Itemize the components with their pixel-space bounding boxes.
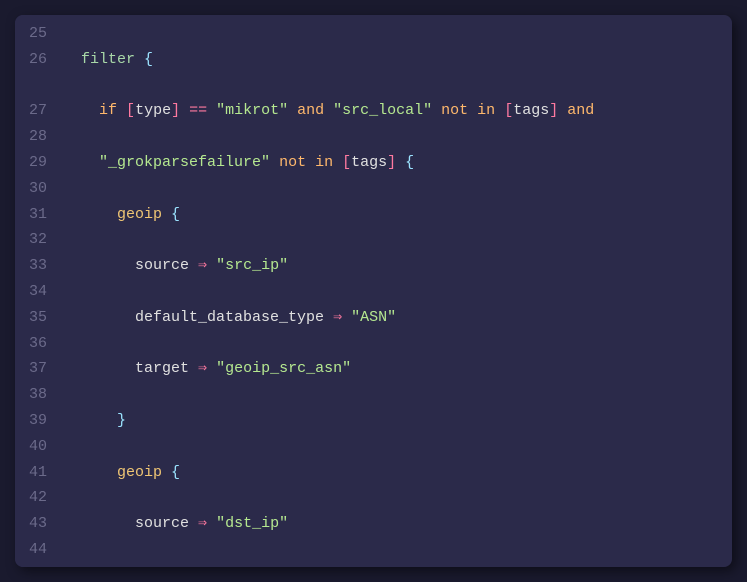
line-number: 33 bbox=[29, 253, 47, 279]
code-line: default_database_type ⇒ "ASN" bbox=[63, 563, 722, 567]
line-number: 32 bbox=[29, 227, 47, 253]
line-number: 43 bbox=[29, 511, 47, 537]
line-number: 27 bbox=[29, 98, 47, 124]
code-line: default_database_type ⇒ "ASN" bbox=[63, 305, 722, 331]
code-line-wrap: "_grokparsefailure" not in [tags] { bbox=[63, 150, 722, 176]
code-line: source ⇒ "dst_ip" bbox=[63, 511, 722, 537]
line-number: 34 bbox=[29, 279, 47, 305]
line-number: 31 bbox=[29, 202, 47, 228]
line-number: 30 bbox=[29, 176, 47, 202]
line-number: 41 bbox=[29, 460, 47, 486]
line-number: 45 bbox=[29, 563, 47, 567]
keyword-filter: filter bbox=[81, 51, 135, 68]
code-line: target ⇒ "geoip_src_asn" bbox=[63, 356, 722, 382]
code-editor[interactable]: 2526 27282930313233343536373839404142434… bbox=[15, 15, 732, 567]
code-line: source ⇒ "src_ip" bbox=[63, 253, 722, 279]
code-content[interactable]: filter { if [type] == "mikrot" and "src_… bbox=[57, 15, 732, 567]
line-number-wrap bbox=[29, 73, 47, 99]
line-number: 38 bbox=[29, 382, 47, 408]
line-number: 39 bbox=[29, 408, 47, 434]
code-line: } bbox=[63, 408, 722, 434]
line-number: 36 bbox=[29, 331, 47, 357]
code-line: if [type] == "mikrot" and "src_local" no… bbox=[63, 98, 722, 124]
line-number: 44 bbox=[29, 537, 47, 563]
code-line: filter { bbox=[63, 47, 722, 73]
line-number: 37 bbox=[29, 356, 47, 382]
line-number: 28 bbox=[29, 124, 47, 150]
code-line: geoip { bbox=[63, 460, 722, 486]
line-number: 29 bbox=[29, 150, 47, 176]
line-number-gutter: 2526 27282930313233343536373839404142434… bbox=[15, 15, 57, 567]
line-number: 26 bbox=[29, 47, 47, 73]
code-line: geoip { bbox=[63, 202, 722, 228]
line-number: 25 bbox=[29, 21, 47, 47]
line-number: 42 bbox=[29, 485, 47, 511]
line-number: 40 bbox=[29, 434, 47, 460]
line-number: 35 bbox=[29, 305, 47, 331]
